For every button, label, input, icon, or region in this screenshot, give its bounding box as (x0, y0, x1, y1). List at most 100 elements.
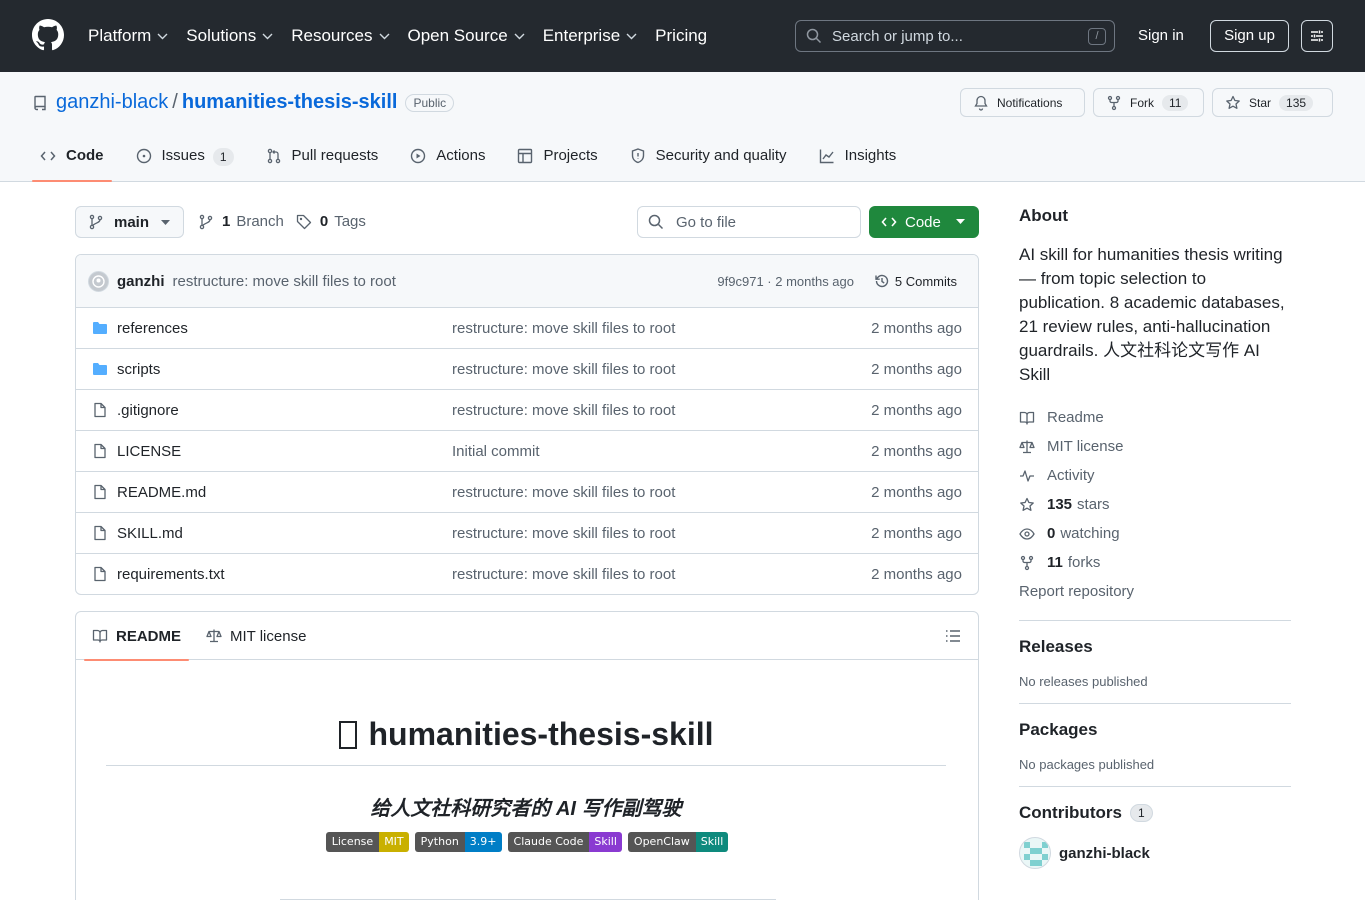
nav-pricing[interactable]: Pricing (655, 26, 707, 46)
report-repository-link[interactable]: Report repository (1019, 577, 1291, 606)
repo-path-separator: / (172, 91, 178, 113)
file-date: 2 months ago (871, 483, 962, 501)
file-name[interactable]: SKILL.md (117, 525, 183, 542)
file-row[interactable]: README.md restructure: move skill files … (76, 472, 978, 513)
about-links: Readme MIT license Activity 135 stars 0 wa… (1019, 403, 1291, 606)
packages-heading[interactable]: Packages (1019, 720, 1291, 740)
claude-code-badge[interactable]: Claude Code Skill (507, 832, 622, 852)
contributors-heading: Contributors 1 (1019, 803, 1291, 823)
releases-heading[interactable]: Releases (1019, 637, 1291, 657)
file-row[interactable]: scripts restructure: move skill files to… (76, 349, 978, 390)
commit-author[interactable]: ganzhi (117, 273, 165, 290)
file-commit-message[interactable]: restructure: move skill files to root (452, 402, 675, 419)
license-link[interactable]: MIT license (1019, 432, 1291, 461)
pull-request-icon (267, 148, 280, 164)
openclaw-badge[interactable]: OpenClaw Skill (627, 832, 729, 852)
star-button[interactable]: Star 135 (1212, 88, 1333, 117)
tag-icon (296, 214, 312, 229)
sign-in-link[interactable]: Sign in (1138, 27, 1184, 44)
tab-license[interactable]: MIT license (206, 612, 306, 660)
file-row[interactable]: requirements.txt restructure: move skill… (76, 554, 978, 594)
file-date: 2 months ago (871, 524, 962, 542)
sidebar-divider (1019, 703, 1291, 704)
commit-message[interactable]: restructure: move skill files to root (173, 273, 396, 290)
folder-icon (93, 363, 107, 375)
visibility-badge: Public (405, 93, 455, 112)
global-search-input[interactable]: Search or jump to... / (795, 20, 1115, 52)
file-commit-message[interactable]: restructure: move skill files to root (452, 361, 675, 378)
watching-link[interactable]: 0 watching (1019, 519, 1291, 548)
nav-platform[interactable]: Platform (88, 26, 168, 46)
contributors-count: 1 (1129, 804, 1153, 822)
go-to-file-input[interactable]: Go to file (637, 206, 861, 238)
nav-resources[interactable]: Resources (291, 26, 389, 46)
repo-owner-link[interactable]: ganzhi-black (56, 91, 168, 114)
menu-button[interactable] (1301, 20, 1333, 52)
tab-actions[interactable]: Actions (402, 140, 493, 182)
license-badge[interactable]: License MIT (325, 832, 409, 852)
file-row[interactable]: references restructure: move skill files… (76, 308, 978, 349)
file-name[interactable]: README.md (117, 484, 206, 501)
readme-badges: License MIT Python 3.9+ Claude Code Skill O… (76, 832, 978, 852)
sign-up-button[interactable]: Sign up (1210, 20, 1289, 52)
code-download-button[interactable]: Code (869, 206, 979, 238)
commits-history-link[interactable]: 5 Commits (874, 273, 957, 289)
nav-enterprise[interactable]: Enterprise (543, 26, 637, 46)
chevron-down-icon (262, 33, 273, 39)
activity-link[interactable]: Activity (1019, 461, 1291, 490)
nav-solutions[interactable]: Solutions (186, 26, 273, 46)
file-name[interactable]: LICENSE (117, 443, 181, 460)
commit-meta[interactable]: 9f9c971 · 2 months ago (717, 274, 854, 289)
tab-security[interactable]: Security and quality (622, 140, 795, 182)
notifications-button[interactable]: Notifications (960, 88, 1085, 117)
file-commit-message[interactable]: restructure: move skill files to root (452, 484, 675, 501)
python-badge[interactable]: Python 3.9+ (414, 832, 502, 852)
file-commit-message[interactable]: Initial commit (452, 443, 540, 460)
branch-selector[interactable]: main (75, 206, 184, 238)
file-list: ganzhi restructure: move skill files to … (75, 254, 979, 595)
author-avatar[interactable] (88, 270, 109, 292)
branch-label[interactable]: Branch (236, 213, 284, 230)
tag-label[interactable]: Tags (334, 213, 366, 230)
readme-title: humanities-thesis-skill (106, 716, 946, 766)
file-name[interactable]: requirements.txt (117, 566, 225, 583)
file-icon (94, 484, 106, 500)
file-row[interactable]: .gitignore restructure: move skill files… (76, 390, 978, 431)
file-row[interactable]: LICENSE Initial commit 2 months ago (76, 431, 978, 472)
tab-readme[interactable]: README (83, 612, 190, 661)
stars-link[interactable]: 135 stars (1019, 490, 1291, 519)
file-commit-message[interactable]: restructure: move skill files to root (452, 566, 675, 583)
github-logo-icon[interactable] (32, 19, 64, 51)
tab-issues[interactable]: Issues 1 (128, 140, 242, 182)
file-commit-message[interactable]: restructure: move skill files to root (452, 320, 675, 337)
contributor-item[interactable]: ganzhi-black (1019, 837, 1291, 869)
file-name[interactable]: scripts (117, 361, 160, 378)
law-icon (1019, 440, 1035, 453)
file-name[interactable]: references (117, 320, 188, 337)
repo-name-link[interactable]: humanities-thesis-skill (182, 91, 398, 114)
file-row[interactable]: SKILL.md restructure: move skill files t… (76, 513, 978, 554)
file-date: 2 months ago (871, 319, 962, 337)
tab-code[interactable]: Code (32, 140, 112, 182)
branch-count[interactable]: 1 (222, 213, 230, 230)
tab-pull-requests[interactable]: Pull requests (258, 140, 387, 182)
forks-link[interactable]: 11 forks (1019, 548, 1291, 577)
contributor-name[interactable]: ganzhi-black (1059, 845, 1150, 862)
top-navigation: Platform Solutions Resources Open Source… (88, 0, 725, 72)
file-commit-message[interactable]: restructure: move skill files to root (452, 525, 675, 542)
file-name[interactable]: .gitignore (117, 402, 179, 419)
avatar[interactable] (1019, 837, 1051, 869)
caret-down-icon (161, 219, 171, 225)
readme-panel: README MIT license humanities-thesis-ski… (75, 611, 979, 900)
list-icon[interactable] (945, 629, 961, 643)
fork-button[interactable]: Fork 11 (1093, 88, 1204, 117)
nav-open-source[interactable]: Open Source (408, 26, 525, 46)
tag-count[interactable]: 0 (320, 213, 328, 230)
about-description: AI skill for humanities thesis writing —… (1019, 245, 1285, 384)
readme-link[interactable]: Readme (1019, 403, 1291, 432)
file-icon (94, 443, 106, 459)
tab-projects[interactable]: Projects (509, 140, 605, 182)
law-icon (206, 629, 222, 643)
fork-icon (1020, 555, 1034, 570)
tab-insights[interactable]: Insights (811, 140, 905, 182)
